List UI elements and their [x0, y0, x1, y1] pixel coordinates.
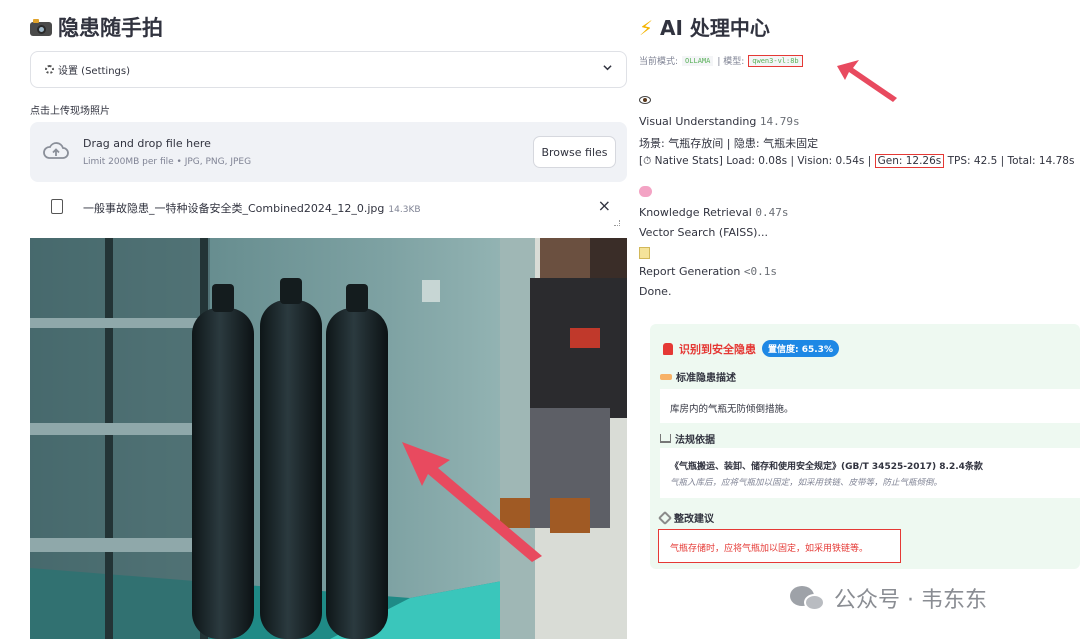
knowledge-time: 0.47s: [755, 206, 789, 219]
stats-prefix: [⏱ Native Stats] Load: 0.08s | Vision: 0…: [639, 155, 872, 167]
desc-text: 库房内的气瓶无防倾倒措施。: [670, 404, 794, 415]
close-icon[interactable]: ×: [598, 196, 611, 215]
report-label: Report Generation: [639, 265, 741, 278]
model-value: qwen3-vl:8b: [748, 54, 803, 67]
stats-suffix: TPS: 42.5 | Total: 14.78s: [947, 155, 1075, 167]
law-subtext: 气瓶入库后，应将气瓶加以固定，如采用铁链、皮带等，防止气瓶倾倒。: [670, 478, 943, 488]
visual-time: 14.79s: [759, 115, 800, 128]
dropzone-title: Drag and drop file here: [83, 137, 211, 150]
report-generation-line: Report Generation <0.1s: [639, 265, 777, 278]
camera-icon: [30, 18, 52, 36]
hazard-result-card: 识别到安全隐患 置信度: 65.3% 标准隐患描述 库房内的气瓶无防倾倒措施。 …: [650, 324, 1080, 569]
visual-understanding-line: Visual Understanding 14.79s: [639, 115, 800, 128]
desc-section-title: 标准隐患描述: [660, 369, 736, 384]
model-label: | 模型:: [717, 57, 745, 67]
done-line: Done.: [639, 285, 672, 298]
chevron-down-icon: [603, 65, 612, 71]
report-time: <0.1s: [743, 265, 777, 278]
card-header: 识别到安全隐患 置信度: 65.3%: [663, 340, 839, 357]
uploaded-photo: [30, 238, 627, 639]
tools-icon: [657, 510, 673, 525]
file-dropzone[interactable]: Drag and drop file here Limit 200MB per …: [30, 122, 627, 182]
scale-icon: [660, 434, 671, 443]
suggest-text: 气瓶存储时，应将气瓶加以固定，如采用铁链等。: [670, 544, 869, 554]
upload-label: 点击上传现场照片: [30, 106, 110, 117]
ai-panel-title-text: AI 处理中心: [660, 16, 770, 40]
wechat-icon: [790, 584, 826, 612]
ai-panel: ⚡ AI 处理中心 当前模式: OLLAMA | 模型: qwen3-vl:8b…: [639, 0, 1080, 639]
knowledge-retrieval-line: Knowledge Retrieval 0.47s: [639, 206, 788, 219]
desc-box: 库房内的气瓶无防倾倒措施。: [660, 389, 1080, 423]
file-icon: [51, 199, 63, 214]
knowledge-label: Knowledge Retrieval: [639, 206, 752, 219]
tag-icon: [660, 373, 672, 380]
file-size: 14.3KB: [388, 205, 421, 215]
annotation-arrow-model: [837, 60, 897, 102]
ai-panel-title: ⚡ AI 处理中心: [639, 12, 770, 41]
vector-search-line: Vector Search (FAISS)...: [639, 226, 768, 239]
page-title-text: 隐患随手拍: [58, 16, 163, 40]
suggest-section-title: 整改建议: [657, 510, 714, 525]
file-name-text: 一般事故隐患_一特种设备安全类_Combined2024_12_0.jpg: [83, 202, 385, 215]
page-title: 隐患随手拍: [30, 12, 163, 42]
law-title-text: 法规依据: [675, 435, 715, 446]
watermark-text: 公众号 · 韦东东: [834, 588, 987, 613]
memo-icon: [639, 247, 650, 259]
law-box: 《气瓶搬运、装卸、储存和使用安全规定》(GB/T 34525-2017) 8.2…: [660, 448, 1080, 498]
scene-line: 场景: 气瓶存放间 | 隐患: 气瓶未固定: [639, 137, 819, 150]
mode-label: 当前模式:: [639, 57, 679, 67]
watermark: 公众号 · 韦东东: [790, 582, 987, 614]
settings-label: 设置 (Settings): [58, 66, 130, 77]
suggest-title-text: 整改建议: [674, 514, 714, 525]
resize-handle[interactable]: [614, 220, 620, 226]
law-section-title: 法规依据: [660, 431, 715, 446]
eye-icon: [639, 96, 651, 104]
stats-gen: Gen: 12.26s: [874, 154, 945, 168]
law-text: 《气瓶搬运、装卸、储存和使用安全规定》(GB/T 34525-2017) 8.2…: [670, 462, 983, 472]
alarm-icon: [663, 342, 673, 355]
dropzone-subtitle: Limit 200MB per file • JPG, PNG, JPEG: [83, 157, 252, 167]
mode-value: OLLAMA: [682, 55, 714, 66]
lightning-icon: ⚡: [639, 16, 654, 40]
cloud-upload-icon: [43, 142, 69, 159]
visual-label: Visual Understanding: [639, 115, 757, 128]
suggest-box: 气瓶存储时，应将气瓶加以固定，如采用铁链等。: [658, 529, 901, 563]
mode-line: 当前模式: OLLAMA | 模型: qwen3-vl:8b: [639, 54, 807, 67]
browse-files-button[interactable]: Browse files: [533, 136, 616, 168]
confidence-badge: 置信度: 65.3%: [762, 340, 839, 357]
native-stats-line: [⏱ Native Stats] Load: 0.08s | Vision: 0…: [639, 154, 1075, 168]
card-title: 识别到安全隐患: [679, 342, 756, 356]
gear-icon: [45, 65, 54, 74]
brain-icon: [639, 186, 652, 197]
desc-title-text: 标准隐患描述: [676, 373, 736, 384]
file-name: 一般事故隐患_一特种设备安全类_Combined2024_12_0.jpg 14.…: [83, 200, 421, 216]
uploaded-file-row: 一般事故隐患_一特种设备安全类_Combined2024_12_0.jpg 14.…: [30, 190, 627, 226]
settings-expander[interactable]: 设置 (Settings): [30, 51, 627, 88]
upload-panel: 隐患随手拍 设置 (Settings) 点击上传现场照片 Drag and dr…: [30, 0, 627, 639]
